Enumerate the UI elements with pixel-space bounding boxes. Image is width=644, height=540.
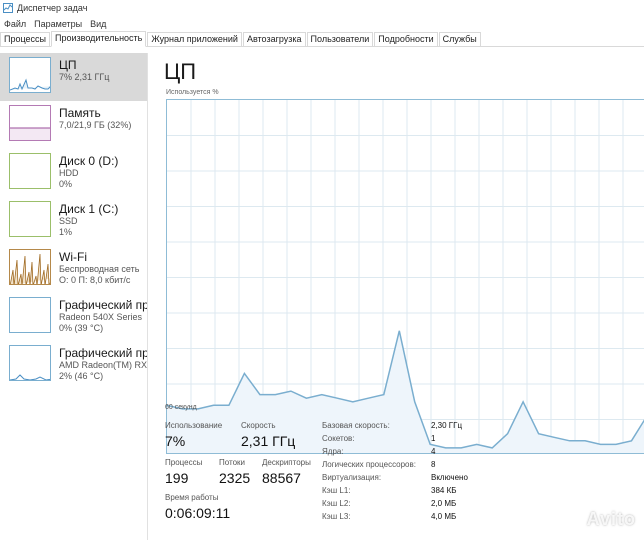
memory-thumbnail [9,105,51,141]
tab-startup[interactable]: Автозагрузка [242,32,306,46]
sidebar-item-label: Диск 1 (C:) [59,202,119,216]
menu-view[interactable]: Вид [90,19,106,29]
speed-label: Скорость [241,421,276,430]
tab-processes[interactable]: Процессы [0,32,51,46]
spec-sockets-label: Сокетов: [322,434,355,443]
sidebar-item-wifi[interactable]: Wi-Fi Беспроводная сеть О: 0 П: 8,0 кбит… [0,245,147,293]
task-manager-icon [3,3,13,13]
sidebar-item-value: О: 0 П: 8,0 кбит/с [59,275,131,285]
sidebar-item-detail: Radeon 540X Series [59,312,143,322]
gpu-1-thumbnail [9,345,51,381]
tab-details[interactable]: Подробности [374,32,438,46]
processes-value: 199 [165,470,189,486]
sidebar-item-label: ЦП [59,58,77,72]
sidebar-item-detail: SSD [59,216,78,226]
graph-time-label: 60 секунд [165,404,197,411]
menu-bar: Файл Параметры Вид [0,16,644,31]
menu-file[interactable]: Файл [4,19,26,29]
spec-l3-value: 4,0 МБ [431,512,457,521]
page-title: ЦП [164,59,197,84]
spec-cores-label: Ядра: [322,447,344,456]
tab-app-history[interactable]: Журнал приложений [147,32,242,46]
sidebar-item-detail: HDD [59,168,79,178]
tab-bar: Процессы Производительность Журнал прило… [0,31,644,47]
avito-watermark: Avito [586,509,636,529]
spec-l1-value: 384 КБ [431,486,457,495]
speed-value: 2,31 ГГц [241,433,296,449]
processes-label: Процессы [165,458,203,467]
wifi-thumbnail [9,249,51,285]
sidebar-item-label: Wi-Fi [59,250,87,264]
sidebar-item-value: 0% (39 °C) [59,323,104,333]
sidebar-item-memory[interactable]: Память 7,0/21,9 ГБ (32%) [0,101,147,149]
sidebar-item-disk-1[interactable]: Диск 1 (C:) SSD 1% [0,197,147,245]
disk-0-thumbnail [9,153,51,189]
sidebar-item-value: 1% [59,227,73,237]
disk-1-thumbnail [9,201,51,237]
gpu-0-thumbnail [9,297,51,333]
spec-l2-label: Кэш L2: [322,499,351,508]
spec-logical-value: 8 [431,460,436,469]
spec-l2-value: 2,0 МБ [431,499,457,508]
spec-base-speed-label: Базовая скорость: [322,421,390,430]
spec-sockets-value: 1 [431,434,436,443]
spec-cores-value: 4 [431,447,436,456]
threads-label: Потоки [219,458,246,467]
spec-virtualization-label: Виртуализация: [322,473,382,482]
cpu-usage-graph [166,99,644,454]
spec-base-speed-value: 2,30 ГГц [431,421,463,430]
sidebar-item-gpu-1[interactable]: Графический про AMD Radeon(TM) RX V 2% (… [0,341,147,389]
uptime-label: Время работы [165,493,219,502]
usage-label: Использование [165,421,223,430]
handles-value: 88567 [262,470,301,486]
menu-options[interactable]: Параметры [34,19,82,29]
tab-services[interactable]: Службы [438,32,481,46]
sidebar-item-gpu-0[interactable]: Графический про Radeon 540X Series 0% (3… [0,293,147,341]
sidebar-item-value: 2% (46 °C) [59,371,104,381]
threads-value: 2325 [219,470,251,486]
spec-virtualization-value: Включено [431,473,468,482]
window-title: Диспетчер задач [17,3,88,13]
sidebar-item-detail: 7,0/21,9 ГБ (32%) [59,120,132,130]
usage-value: 7% [165,433,186,449]
spec-logical-label: Логических процессоров: [322,460,416,469]
graph-axis-label: Используется % [166,89,219,96]
resource-sidebar: ЦП 7% 2,31 ГГц Память 7,0/21,9 ГБ (32%) … [0,53,148,540]
sidebar-item-detail: 7% 2,31 ГГц [59,72,110,82]
sidebar-item-detail: AMD Radeon(TM) RX V [59,360,148,370]
sidebar-item-label: Диск 0 (D:) [59,154,119,168]
spec-l3-label: Кэш L3: [322,512,351,521]
sidebar-item-detail: Беспроводная сеть [59,264,140,274]
uptime-value: 0:06:09:11 [165,505,231,521]
sidebar-item-label: Память [59,106,101,120]
sidebar-item-cpu[interactable]: ЦП 7% 2,31 ГГц [0,53,147,101]
sidebar-item-label: Графический про [59,298,148,312]
cpu-thumbnail [9,57,51,93]
sidebar-item-value: 0% [59,179,73,189]
title-bar: Диспетчер задач [0,0,644,16]
cpu-panel: ЦП Используется % 60 секунд Использовани… [148,53,644,540]
handles-label: Дескрипторы [262,458,311,467]
sidebar-item-disk-0[interactable]: Диск 0 (D:) HDD 0% [0,149,147,197]
cpu-graph-svg [167,100,644,453]
spec-l1-label: Кэш L1: [322,486,351,495]
tab-performance[interactable]: Производительность [51,31,147,47]
tab-users[interactable]: Пользователи [306,32,374,46]
sidebar-item-label: Графический про [59,346,148,360]
